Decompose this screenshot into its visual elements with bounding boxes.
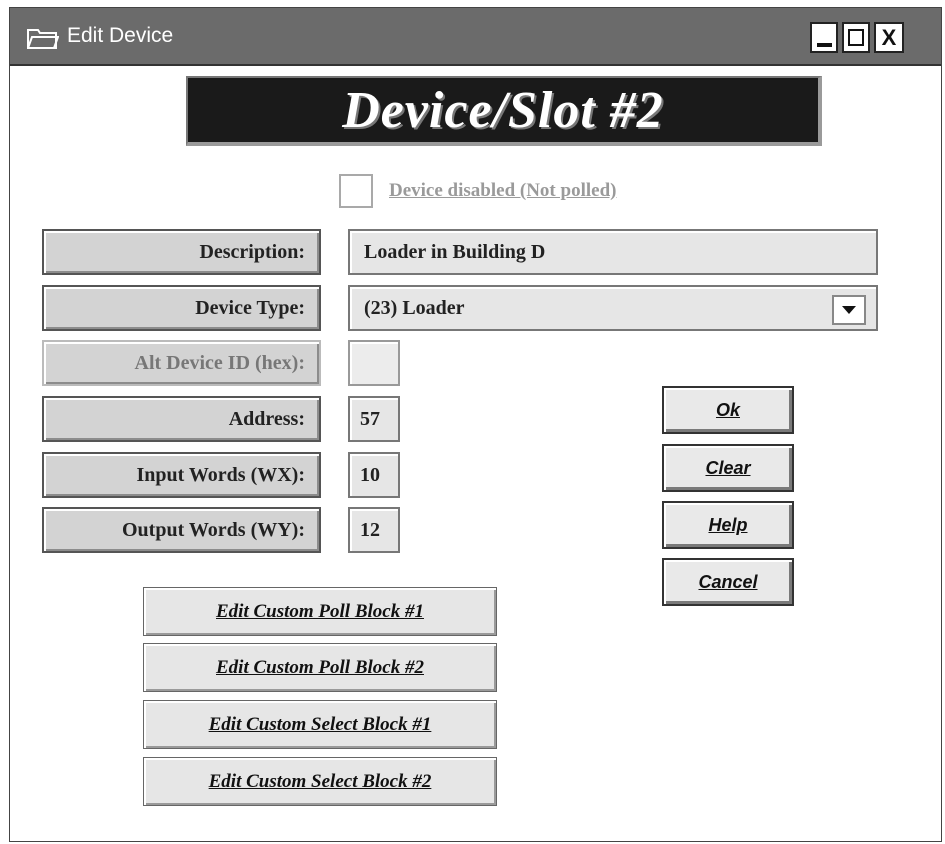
folder-icon bbox=[27, 29, 59, 49]
chevron-down-icon bbox=[842, 306, 856, 314]
edit-custom-select-block-2-button[interactable]: Edit Custom Select Block #2 bbox=[143, 757, 497, 806]
alt-device-id-field bbox=[348, 340, 400, 386]
edit-custom-select-block-1-button[interactable]: Edit Custom Select Block #1 bbox=[143, 700, 497, 749]
input-words-label: Input Words (WX): bbox=[42, 452, 321, 498]
device-type-value: (23) Loader bbox=[364, 296, 465, 319]
title-bar[interactable]: Edit Device X bbox=[10, 8, 941, 66]
close-button[interactable]: X bbox=[874, 22, 904, 53]
output-words-field[interactable]: 12 bbox=[348, 507, 400, 553]
help-button[interactable]: Help bbox=[662, 501, 794, 549]
device-type-dropdown-button[interactable] bbox=[832, 295, 866, 325]
device-disabled-row: Device disabled (Not polled) bbox=[339, 174, 616, 208]
minimize-icon bbox=[816, 42, 832, 47]
device-slot-banner: Device/Slot #2 bbox=[186, 76, 822, 146]
address-label: Address: bbox=[42, 396, 321, 442]
maximize-icon bbox=[848, 29, 864, 46]
clear-button[interactable]: Clear bbox=[662, 444, 794, 492]
device-type-select[interactable]: (23) Loader bbox=[348, 285, 878, 331]
input-words-value: 10 bbox=[360, 463, 380, 486]
window-title: Edit Device bbox=[67, 24, 174, 47]
address-field[interactable]: 57 bbox=[348, 396, 400, 442]
device-disabled-label[interactable]: Device disabled (Not polled) bbox=[389, 180, 616, 202]
description-value: Loader in Building D bbox=[364, 240, 546, 263]
device-type-label: Device Type: bbox=[42, 285, 321, 331]
cancel-button[interactable]: Cancel bbox=[662, 558, 794, 606]
banner-title: Device/Slot #2 bbox=[342, 81, 664, 139]
description-label: Description: bbox=[42, 229, 321, 275]
ok-button[interactable]: Ok bbox=[662, 386, 794, 434]
maximize-button[interactable] bbox=[842, 22, 870, 53]
output-words-value: 12 bbox=[360, 518, 380, 541]
minimize-button[interactable] bbox=[810, 22, 838, 53]
alt-device-id-label: Alt Device ID (hex): bbox=[42, 340, 321, 386]
output-words-label: Output Words (WY): bbox=[42, 507, 321, 553]
close-icon: X bbox=[881, 24, 897, 50]
input-words-field[interactable]: 10 bbox=[348, 452, 400, 498]
address-value: 57 bbox=[360, 407, 380, 430]
description-field[interactable]: Loader in Building D bbox=[348, 229, 878, 275]
edit-custom-poll-block-2-button[interactable]: Edit Custom Poll Block #2 bbox=[143, 643, 497, 692]
device-disabled-checkbox[interactable] bbox=[339, 174, 373, 208]
edit-custom-poll-block-1-button[interactable]: Edit Custom Poll Block #1 bbox=[143, 587, 497, 636]
